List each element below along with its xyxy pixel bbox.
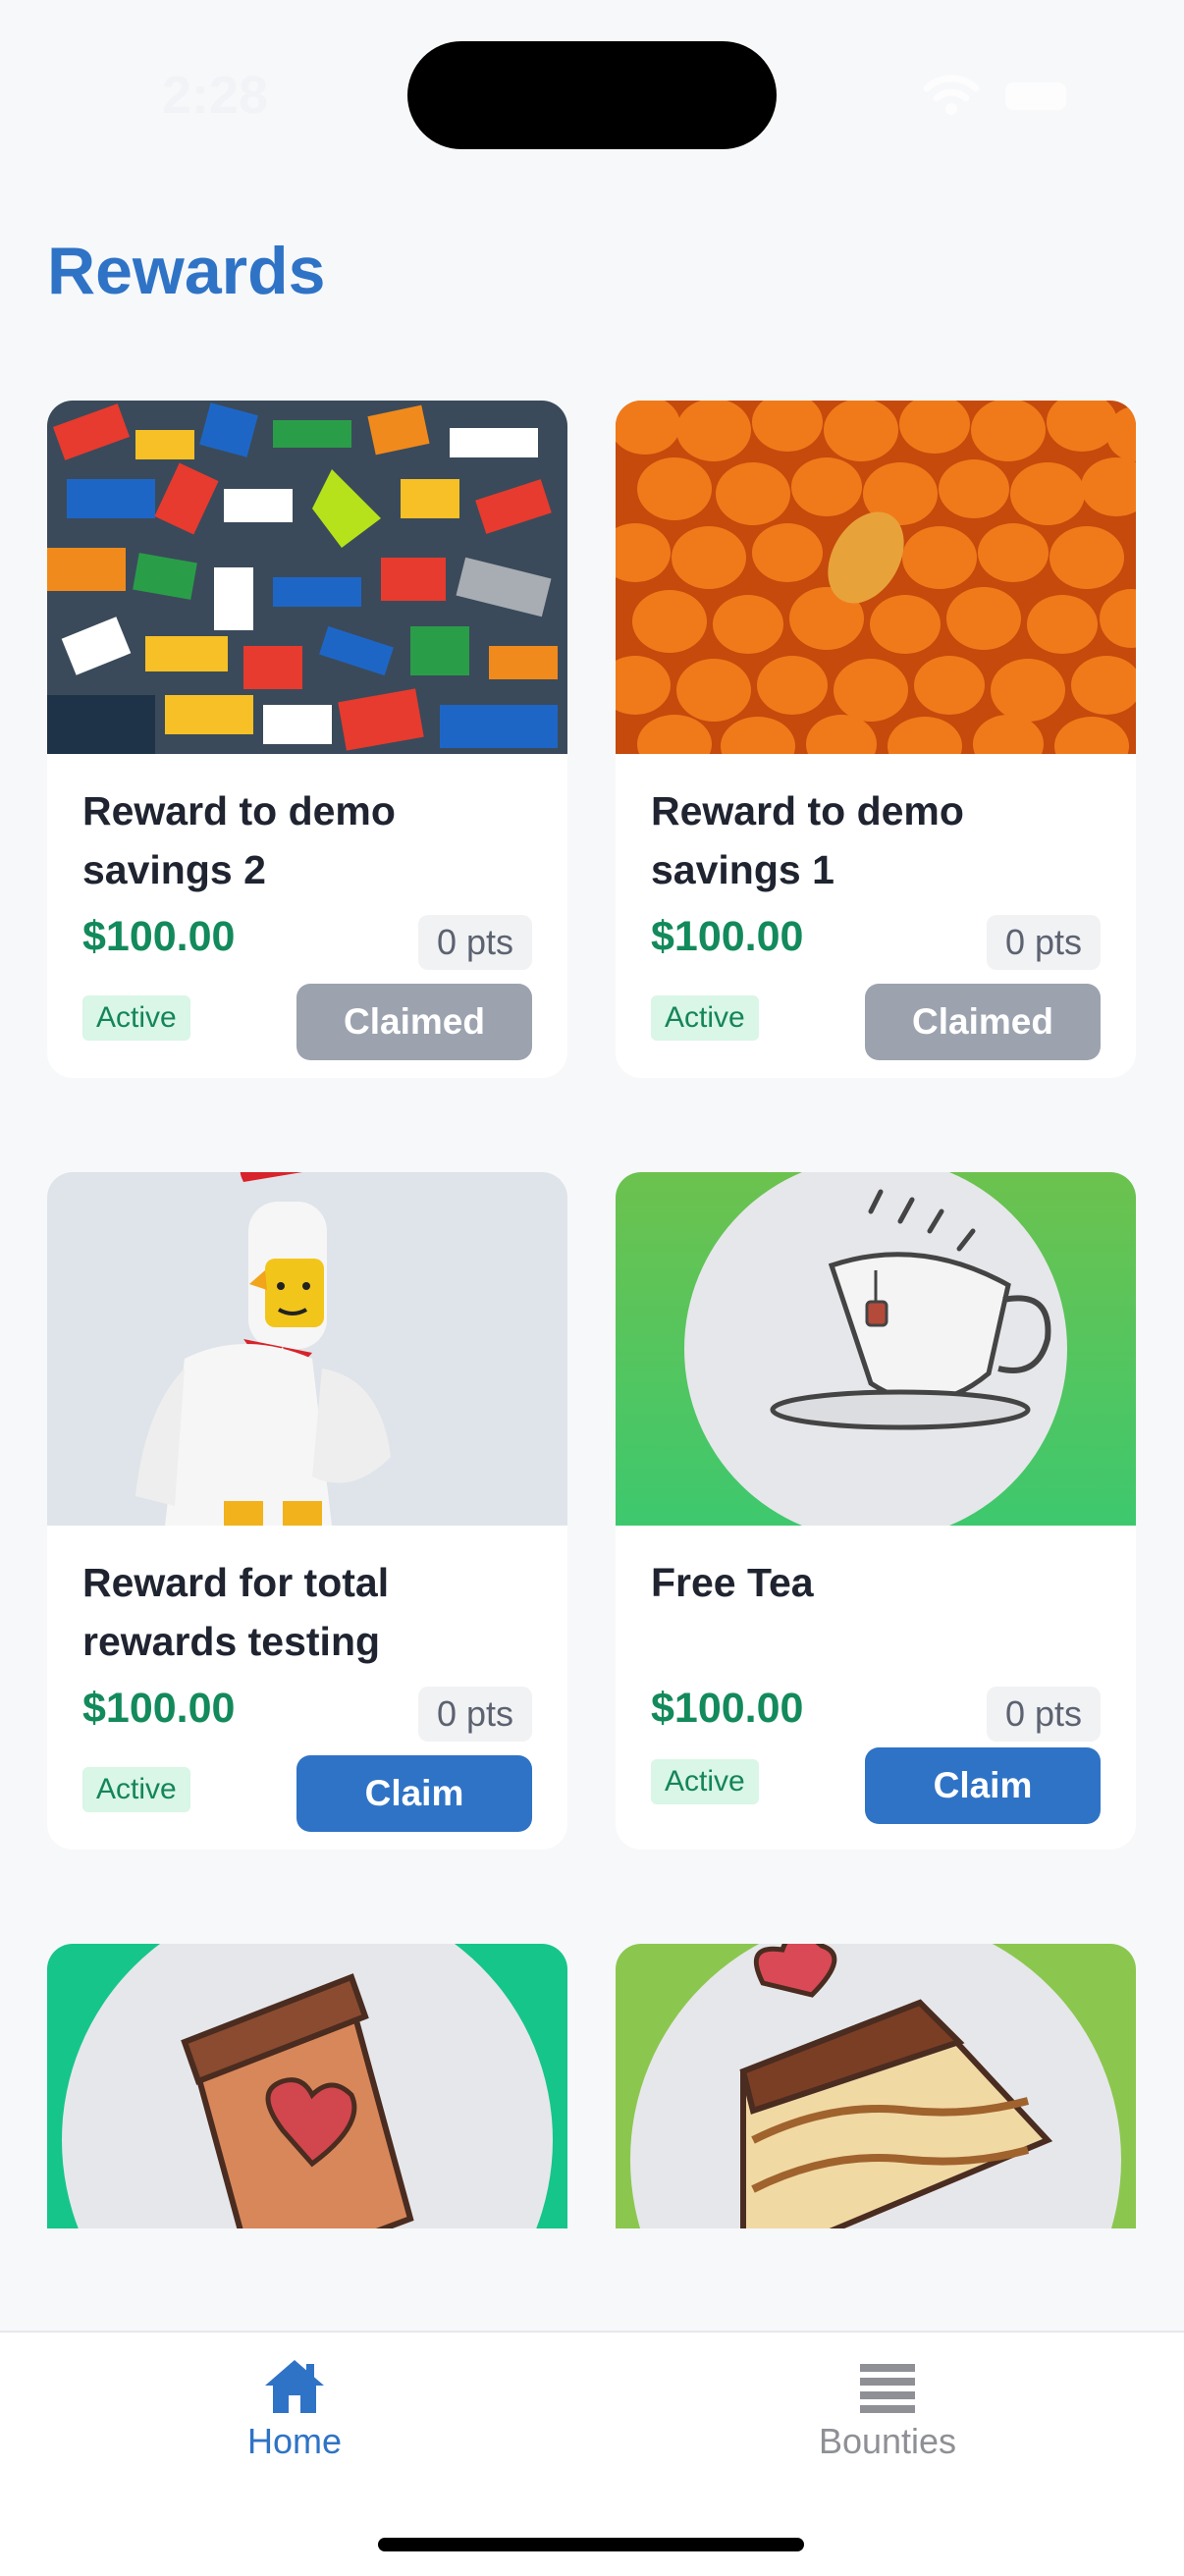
points-badge: 0 pts — [417, 1687, 532, 1742]
page-title: Rewards — [47, 234, 326, 308]
reward-price: $100.00 — [651, 913, 804, 960]
tea-cup-illustration — [616, 1172, 1136, 1526]
reward-price: $100.00 — [82, 913, 236, 960]
dynamic-island — [407, 41, 777, 149]
home-indicator — [378, 2538, 804, 2551]
coffee-cup-heart-illustration — [47, 1944, 567, 2228]
cake-slice-heart-illustration — [616, 1944, 1136, 2228]
home-icon — [265, 2360, 324, 2413]
reward-title: Reward to demo savings 2 — [82, 788, 396, 892]
tab-label: Bounties — [818, 2421, 957, 2461]
tab-bounties[interactable]: Bounties — [789, 2358, 986, 2462]
lego-bricks-photo — [47, 401, 567, 754]
claim-button[interactable]: Claim — [296, 1755, 532, 1832]
reward-card: Reward for total rewards testing $100.00… — [47, 1172, 567, 1850]
reward-price: $100.00 — [82, 1685, 236, 1732]
status-time: 2:28 — [162, 66, 269, 125]
status-badge: Active — [82, 1767, 190, 1812]
battery-icon — [1005, 82, 1066, 110]
reward-title: Reward for total rewards testing — [82, 1560, 390, 1664]
status-badge: Active — [82, 995, 190, 1041]
reward-card: Reward to demo savings 1 $100.00 0 pts A… — [616, 401, 1136, 1078]
points-badge: 0 pts — [986, 915, 1101, 970]
tab-home[interactable]: Home — [196, 2358, 393, 2462]
reward-price: $100.00 — [651, 1685, 804, 1732]
pumpkins-photo — [616, 401, 1136, 754]
reward-card: Reward to demo savings 2 $100.00 0 pts A… — [47, 401, 567, 1078]
reward-title: Free Tea — [651, 1560, 814, 1605]
tab-label: Home — [246, 2421, 343, 2461]
wifi-icon — [923, 75, 980, 115]
claimed-button[interactable]: Claimed — [865, 984, 1101, 1060]
status-badge: Active — [651, 995, 759, 1041]
points-badge: 0 pts — [417, 915, 532, 970]
reward-card: Free Tea $100.00 0 pts Active Claim — [616, 1172, 1136, 1850]
points-badge: 0 pts — [986, 1687, 1101, 1742]
claimed-button[interactable]: Claimed — [296, 984, 532, 1060]
list-icon — [860, 2364, 915, 2413]
status-badge: Active — [651, 1759, 759, 1804]
reward-card — [616, 1944, 1136, 2228]
reward-card — [47, 1944, 567, 2228]
claim-button[interactable]: Claim — [865, 1747, 1101, 1824]
lego-chicken-minifigure-photo — [47, 1172, 567, 1526]
reward-title: Reward to demo savings 1 — [651, 788, 964, 892]
